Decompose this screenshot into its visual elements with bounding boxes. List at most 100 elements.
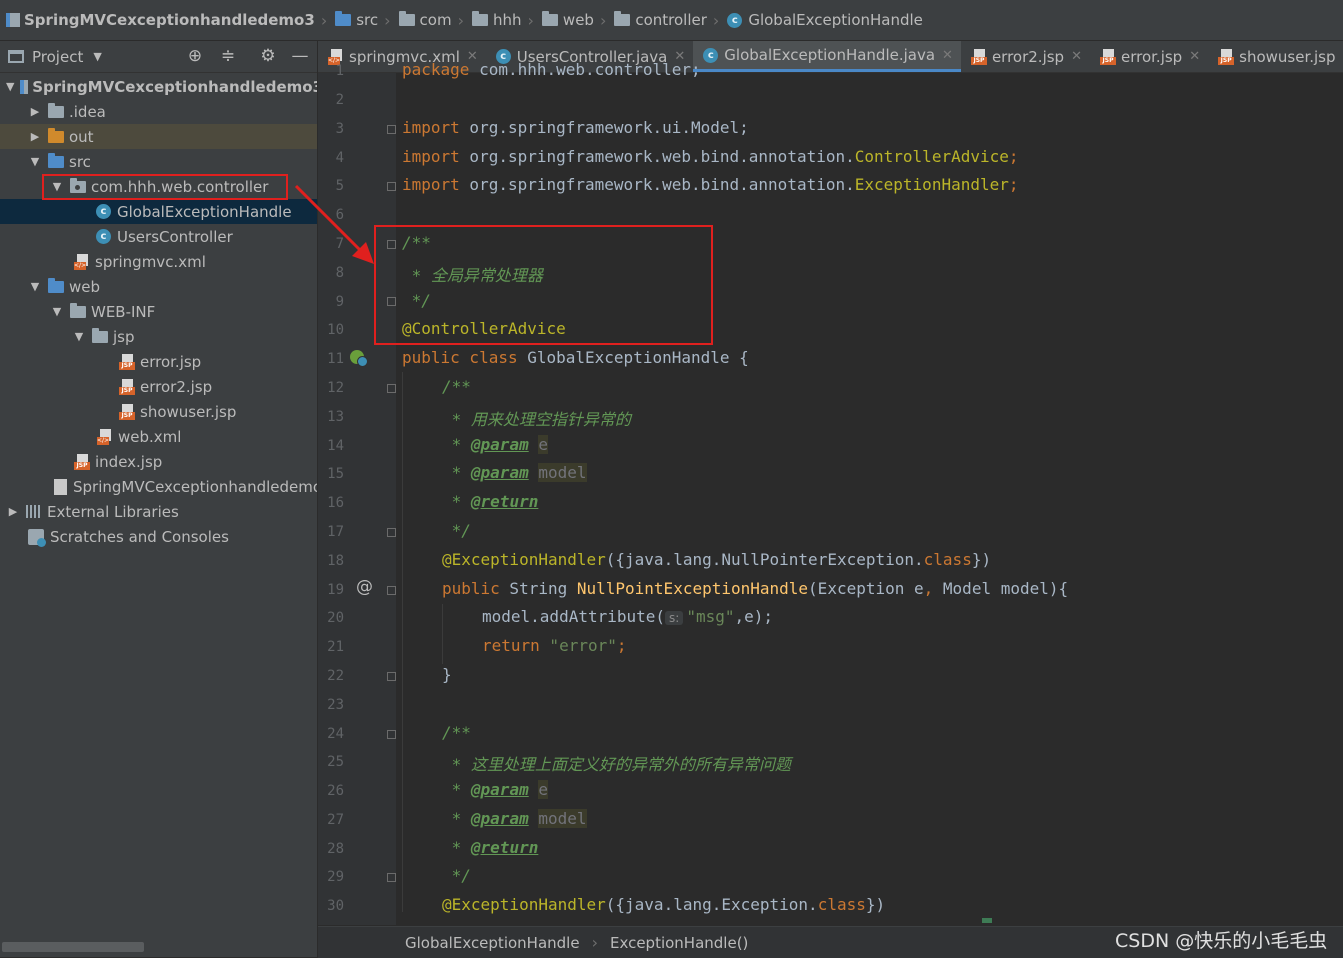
chevron-right-icon: › — [527, 10, 534, 30]
code-line: /** — [442, 377, 471, 396]
close-icon[interactable]: ✕ — [1071, 49, 1082, 64]
class-icon: c — [703, 47, 719, 63]
tree-item-error2-jsp[interactable]: error2.jsp — [0, 374, 317, 399]
code-line: /** — [442, 723, 471, 742]
jsp-file-icon — [1218, 48, 1235, 65]
folder-icon — [70, 302, 86, 318]
code-line: */ — [442, 521, 471, 540]
gear-icon[interactable]: ⚙ — [257, 41, 279, 72]
tree-horizontal-scrollbar[interactable] — [2, 942, 144, 952]
code-line: * @param e — [442, 780, 548, 799]
line-number: 1 — [335, 63, 344, 79]
fold-marker-icon[interactable] — [387, 672, 396, 681]
tree-item-external-libraries[interactable]: ▶ External Libraries — [0, 499, 317, 524]
status-crumb-method[interactable]: ExceptionHandle() — [610, 934, 748, 952]
line-number: 2 — [335, 92, 344, 108]
module-file-icon — [54, 478, 67, 495]
line-number: 20 — [327, 610, 344, 626]
navigation-breadcrumb: SpringMVCexceptionhandledemo3 › src › co… — [0, 0, 1343, 41]
code-line: return "error"; — [482, 636, 627, 655]
tab-error2-jsp[interactable]: error2.jsp✕ — [961, 41, 1090, 72]
project-panel-header: Project ▼ ⊕ ≑ ⚙ — — [0, 41, 317, 73]
tree-item-global-exception-handle[interactable]: c GlobalExceptionHandle — [0, 199, 317, 224]
line-number: 4 — [335, 150, 344, 166]
line-number: 3 — [335, 121, 344, 137]
dropdown-arrow-icon: ▼ — [93, 50, 102, 63]
locate-icon[interactable]: ⊕ — [184, 41, 206, 72]
tab-global-exception-handle[interactable]: c GlobalExceptionHandle.java ✕ — [693, 41, 961, 72]
breadcrumb-controller[interactable]: controller — [608, 11, 711, 29]
tree-item-users-controller[interactable]: c UsersController — [0, 224, 317, 249]
line-number: 30 — [327, 898, 344, 914]
code-line: model.addAttribute(s: "msg",e); — [482, 607, 774, 626]
folder-icon — [614, 11, 631, 26]
library-icon — [26, 505, 42, 518]
tree-item-iml[interactable]: SpringMVCexceptionhandledemo3.iml — [0, 474, 317, 499]
project-tree: ▼ SpringMVCexceptionhandledemo3 ▶ .idea ▶ o… — [0, 73, 317, 957]
fold-marker-icon[interactable] — [387, 730, 396, 739]
breadcrumb-module[interactable]: SpringMVCexceptionhandledemo3 — [0, 11, 319, 29]
fold-marker-icon[interactable] — [387, 873, 396, 882]
code-line: * @return — [442, 492, 539, 511]
class-icon: c — [727, 12, 743, 28]
tree-item-idea[interactable]: ▶ .idea — [0, 99, 317, 124]
tab-error-jsp[interactable]: error.jsp✕ — [1090, 41, 1208, 72]
tree-item-index-jsp[interactable]: index.jsp — [0, 449, 317, 474]
breadcrumb-hhh[interactable]: hhh — [466, 11, 526, 29]
folder-icon — [48, 152, 64, 168]
tree-item-jsp[interactable]: ▼ jsp — [0, 324, 317, 349]
breadcrumb-web[interactable]: web — [536, 11, 598, 29]
tree-item-web-xml[interactable]: web.xml — [0, 424, 317, 449]
expand-arrow-icon: ▼ — [30, 155, 40, 168]
minimize-icon[interactable]: — — [289, 41, 311, 72]
tree-item-showuser-jsp[interactable]: showuser.jsp — [0, 399, 317, 424]
line-number: 10 — [327, 322, 344, 338]
fold-marker-icon[interactable] — [387, 528, 396, 537]
tree-item-src[interactable]: ▼ src — [0, 149, 317, 174]
code-line: */ — [442, 866, 471, 885]
tab-showuser-jsp[interactable]: showuser.jsp — [1208, 41, 1343, 72]
collapse-arrow-icon: ▶ — [30, 130, 40, 143]
jsp-file-icon — [119, 353, 135, 370]
code-line: * @param e — [442, 435, 548, 454]
tree-item-error-jsp[interactable]: error.jsp — [0, 349, 317, 374]
fold-marker-icon[interactable] — [387, 182, 396, 191]
class-icon: c — [96, 204, 111, 219]
code-line: package com.hhh.web.controller; — [402, 60, 701, 79]
jsp-file-icon — [1100, 48, 1116, 65]
fold-marker-icon[interactable] — [387, 125, 396, 134]
line-number: 19 — [327, 582, 344, 598]
expand-arrow-icon: ▼ — [30, 280, 40, 293]
status-crumb-class[interactable]: GlobalExceptionHandle — [405, 934, 580, 952]
request-mapping-icon[interactable]: @ — [356, 578, 374, 596]
breadcrumb-com[interactable]: com — [393, 11, 456, 29]
line-number: 29 — [327, 869, 344, 885]
code-line: public class GlobalExceptionHandle { — [402, 348, 749, 367]
project-view-selector[interactable]: Project ▼ — [8, 48, 102, 66]
xml-file-icon — [74, 253, 90, 270]
breadcrumb-class[interactable]: c GlobalExceptionHandle — [721, 11, 927, 29]
close-icon[interactable]: ✕ — [942, 48, 953, 63]
code-line: * @return — [442, 838, 539, 857]
collapse-all-icon[interactable]: ≑ — [217, 41, 239, 72]
line-number: 23 — [327, 697, 344, 713]
spring-bean-icon[interactable] — [350, 350, 368, 368]
line-number: 24 — [327, 726, 344, 742]
tree-item-module[interactable]: ▼ SpringMVCexceptionhandledemo3 — [0, 74, 317, 99]
fold-marker-icon[interactable] — [387, 586, 396, 595]
line-number: 18 — [327, 553, 344, 569]
tree-item-scratches[interactable]: Scratches and Consoles — [0, 524, 317, 549]
tree-item-web-inf[interactable]: ▼ WEB-INF — [0, 299, 317, 324]
tree-item-out[interactable]: ▶ out — [0, 124, 317, 149]
fold-marker-icon[interactable] — [387, 384, 396, 393]
tree-item-springmvc-xml[interactable]: springmvc.xml — [0, 249, 317, 274]
breadcrumb-src[interactable]: src — [329, 11, 382, 29]
tree-item-web[interactable]: ▼ web — [0, 274, 317, 299]
close-icon[interactable]: ✕ — [1189, 49, 1200, 64]
line-number: 15 — [327, 466, 344, 482]
code-line: public String NullPointExceptionHandle(E… — [442, 579, 1069, 598]
code-line: } — [442, 665, 452, 684]
module-icon — [20, 79, 29, 94]
xml-file-icon — [97, 428, 113, 445]
class-icon: c — [96, 229, 111, 244]
